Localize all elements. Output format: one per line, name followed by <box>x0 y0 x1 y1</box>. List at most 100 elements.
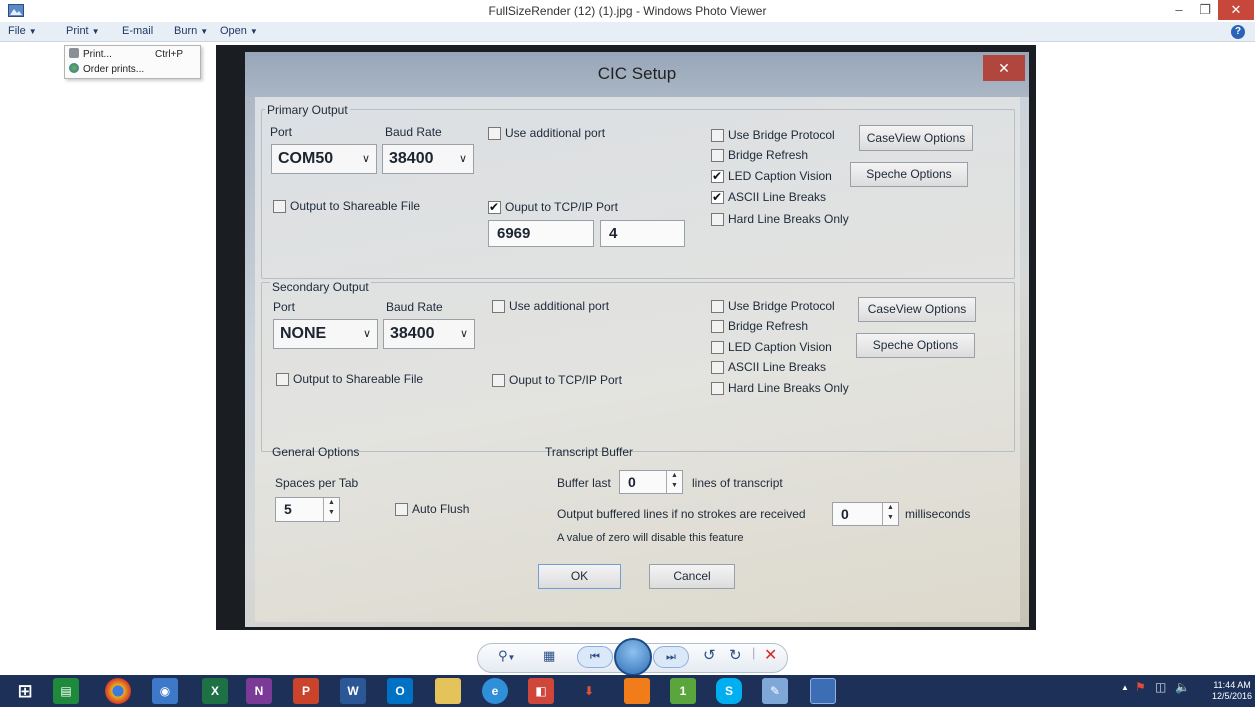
primary-ascii-checkbox[interactable] <box>711 190 724 204</box>
secondary-additional-port-label: Use additional port <box>509 299 610 313</box>
pen-icon[interactable]: ✎ <box>762 678 788 704</box>
primary-tcp-port-input[interactable]: 6969 <box>488 220 594 247</box>
secondary-bridge-checkbox[interactable] <box>711 300 724 313</box>
windows-taskbar: ⊞ ▤ ◉ X N P W O e ◧ ⬇ 1 S ✎ ▲ ⚑ ◫ 🔈 <box>0 675 1255 707</box>
secondary-caseview-button[interactable]: CaseView Options <box>858 297 976 322</box>
window-titlebar: FullSizeRender (12) (1).jpg - Windows Ph… <box>0 0 1255 22</box>
tray-flag-icon[interactable]: ⚑ <box>1135 680 1146 694</box>
primary-port-select[interactable]: COM50 ∨ <box>271 144 377 174</box>
onenote-green-icon[interactable]: 1 <box>670 678 696 704</box>
secondary-tcp-label: Ouput to TCP/IP Port <box>509 373 622 387</box>
secondary-speche-button[interactable]: Speche Options <box>856 333 975 358</box>
buffer-lines-spinner[interactable]: 0 ▲ ▼ <box>619 470 683 494</box>
powerpoint-icon[interactable]: P <box>293 678 319 704</box>
secondary-port-select[interactable]: NONE ∨ <box>273 319 378 349</box>
rotate-left-icon[interactable]: ↺ <box>703 646 716 664</box>
help-icon[interactable]: ? <box>1231 25 1245 39</box>
primary-led-checkbox[interactable] <box>711 169 724 183</box>
skype-icon[interactable]: S <box>716 678 742 704</box>
tray-volume-icon[interactable]: 🔈 <box>1175 680 1190 694</box>
actual-size-icon[interactable]: ▦ <box>543 648 555 664</box>
primary-additional-port-checkbox[interactable] <box>488 127 501 140</box>
secondary-shareable-checkbox[interactable] <box>276 373 289 386</box>
start-button[interactable]: ⊞ <box>12 678 38 704</box>
lines-of-transcript-label: lines of transcript <box>692 476 783 490</box>
menu-file[interactable]: File ▼ <box>8 25 37 37</box>
secondary-hard-checkbox[interactable] <box>711 382 724 395</box>
file-explorer-icon[interactable] <box>435 678 461 704</box>
previous-icon[interactable]: ⏮ <box>577 646 613 668</box>
primary-refresh-label: Bridge Refresh <box>728 148 809 162</box>
onenote-icon[interactable]: N <box>246 678 272 704</box>
print-dropdown-menu: Print... Ctrl+P Order prints... <box>64 45 201 79</box>
next-icon[interactable]: ⏭ <box>653 646 689 668</box>
primary-baud-select[interactable]: 38400 ∨ <box>382 144 474 174</box>
spinner-arrows-icon[interactable]: ▲ ▼ <box>323 498 339 521</box>
secondary-refresh-checkbox[interactable] <box>711 320 724 333</box>
ok-button[interactable]: OK <box>538 564 621 589</box>
orange-app-icon[interactable] <box>624 678 650 704</box>
store-icon[interactable]: ▤ <box>53 678 79 704</box>
spaces-per-tab-spinner[interactable]: 5 ▲ ▼ <box>275 497 340 522</box>
transcript-buffer-label: Transcript Buffer <box>545 445 634 459</box>
zero-disable-note: A value of zero will disable this featur… <box>557 532 744 544</box>
internet-explorer-icon[interactable]: e <box>482 678 508 704</box>
minimize-button[interactable]: – <box>1166 0 1192 20</box>
milliseconds-spinner[interactable]: 0 ▲ ▼ <box>832 502 899 526</box>
word-icon[interactable]: W <box>340 678 366 704</box>
zoom-icon[interactable]: ⚲▼ <box>498 648 515 664</box>
photo-viewer-taskbar-icon[interactable] <box>810 678 836 704</box>
globe-icon <box>69 63 79 73</box>
slideshow-button[interactable] <box>614 638 652 676</box>
menu-print[interactable]: Print ▼ <box>66 25 100 37</box>
buffer-last-label: Buffer last <box>557 476 611 490</box>
secondary-baud-select[interactable]: 38400 ∨ <box>383 319 475 349</box>
secondary-baud-label: Baud Rate <box>386 300 443 314</box>
excel-icon[interactable]: X <box>202 678 228 704</box>
secondary-ascii-checkbox[interactable] <box>711 361 724 374</box>
network-icon[interactable]: ◉ <box>152 678 178 704</box>
usb-icon[interactable]: ⬇ <box>576 678 602 704</box>
spaces-per-tab-label: Spaces per Tab <box>275 476 359 490</box>
cancel-button[interactable]: Cancel <box>649 564 735 589</box>
spinner-arrows-icon[interactable]: ▲ ▼ <box>882 503 898 525</box>
primary-shareable-label: Output to Shareable File <box>290 199 421 213</box>
menu-open[interactable]: Open ▼ <box>220 25 258 37</box>
secondary-additional-port-checkbox[interactable] <box>492 300 505 313</box>
secondary-led-checkbox[interactable] <box>711 341 724 354</box>
menu-item-print[interactable]: Print... Ctrl+P <box>69 48 197 62</box>
auto-flush-label: Auto Flush <box>412 502 470 516</box>
menu-burn[interactable]: Burn ▼ <box>174 25 208 37</box>
secondary-tcp-checkbox[interactable] <box>492 374 505 387</box>
menu-email[interactable]: E-mail <box>122 25 153 37</box>
cic-setup-dialog: CIC Setup ✕ Primary Output Port Baud Rat… <box>245 52 1029 627</box>
primary-shareable-checkbox[interactable] <box>273 200 286 213</box>
primary-port-label: Port <box>270 125 293 139</box>
office-icon[interactable]: ◧ <box>528 678 554 704</box>
primary-hard-checkbox[interactable] <box>711 213 724 226</box>
primary-refresh-checkbox[interactable] <box>711 149 724 162</box>
primary-additional-port-label: Use additional port <box>505 126 606 140</box>
outlook-icon[interactable]: O <box>387 678 413 704</box>
rotate-right-icon[interactable]: ↻ <box>729 646 742 664</box>
auto-flush-checkbox[interactable] <box>395 503 408 516</box>
dialog-titlebar: CIC Setup <box>245 52 1029 97</box>
menu-item-order-prints[interactable]: Order prints... <box>69 63 197 77</box>
chrome-icon[interactable] <box>105 678 131 704</box>
primary-speche-button[interactable]: Speche Options <box>850 162 968 187</box>
close-button[interactable]: ✕ <box>1218 0 1254 20</box>
taskbar-clock[interactable]: 11:44 AM 12/5/2016 <box>1212 680 1252 702</box>
primary-bridge-checkbox[interactable] <box>711 129 724 142</box>
primary-ascii-label: ASCII Line Breaks <box>728 190 827 204</box>
primary-tcp-checkbox[interactable] <box>488 200 501 214</box>
tray-network-icon[interactable]: ◫ <box>1155 680 1166 694</box>
dialog-close-button[interactable]: ✕ <box>983 55 1025 81</box>
spinner-arrows-icon[interactable]: ▲ ▼ <box>666 471 682 493</box>
maximize-button[interactable]: ❐ <box>1192 0 1218 20</box>
clock-date: 12/5/2016 <box>1212 691 1253 701</box>
delete-icon[interactable]: ✕ <box>764 645 777 665</box>
toolbar-divider: | <box>752 645 756 660</box>
tray-arrow-icon[interactable]: ▲ <box>1121 683 1129 692</box>
primary-tcp-second-input[interactable]: 4 <box>600 220 685 247</box>
primary-caseview-button[interactable]: CaseView Options <box>859 125 973 151</box>
